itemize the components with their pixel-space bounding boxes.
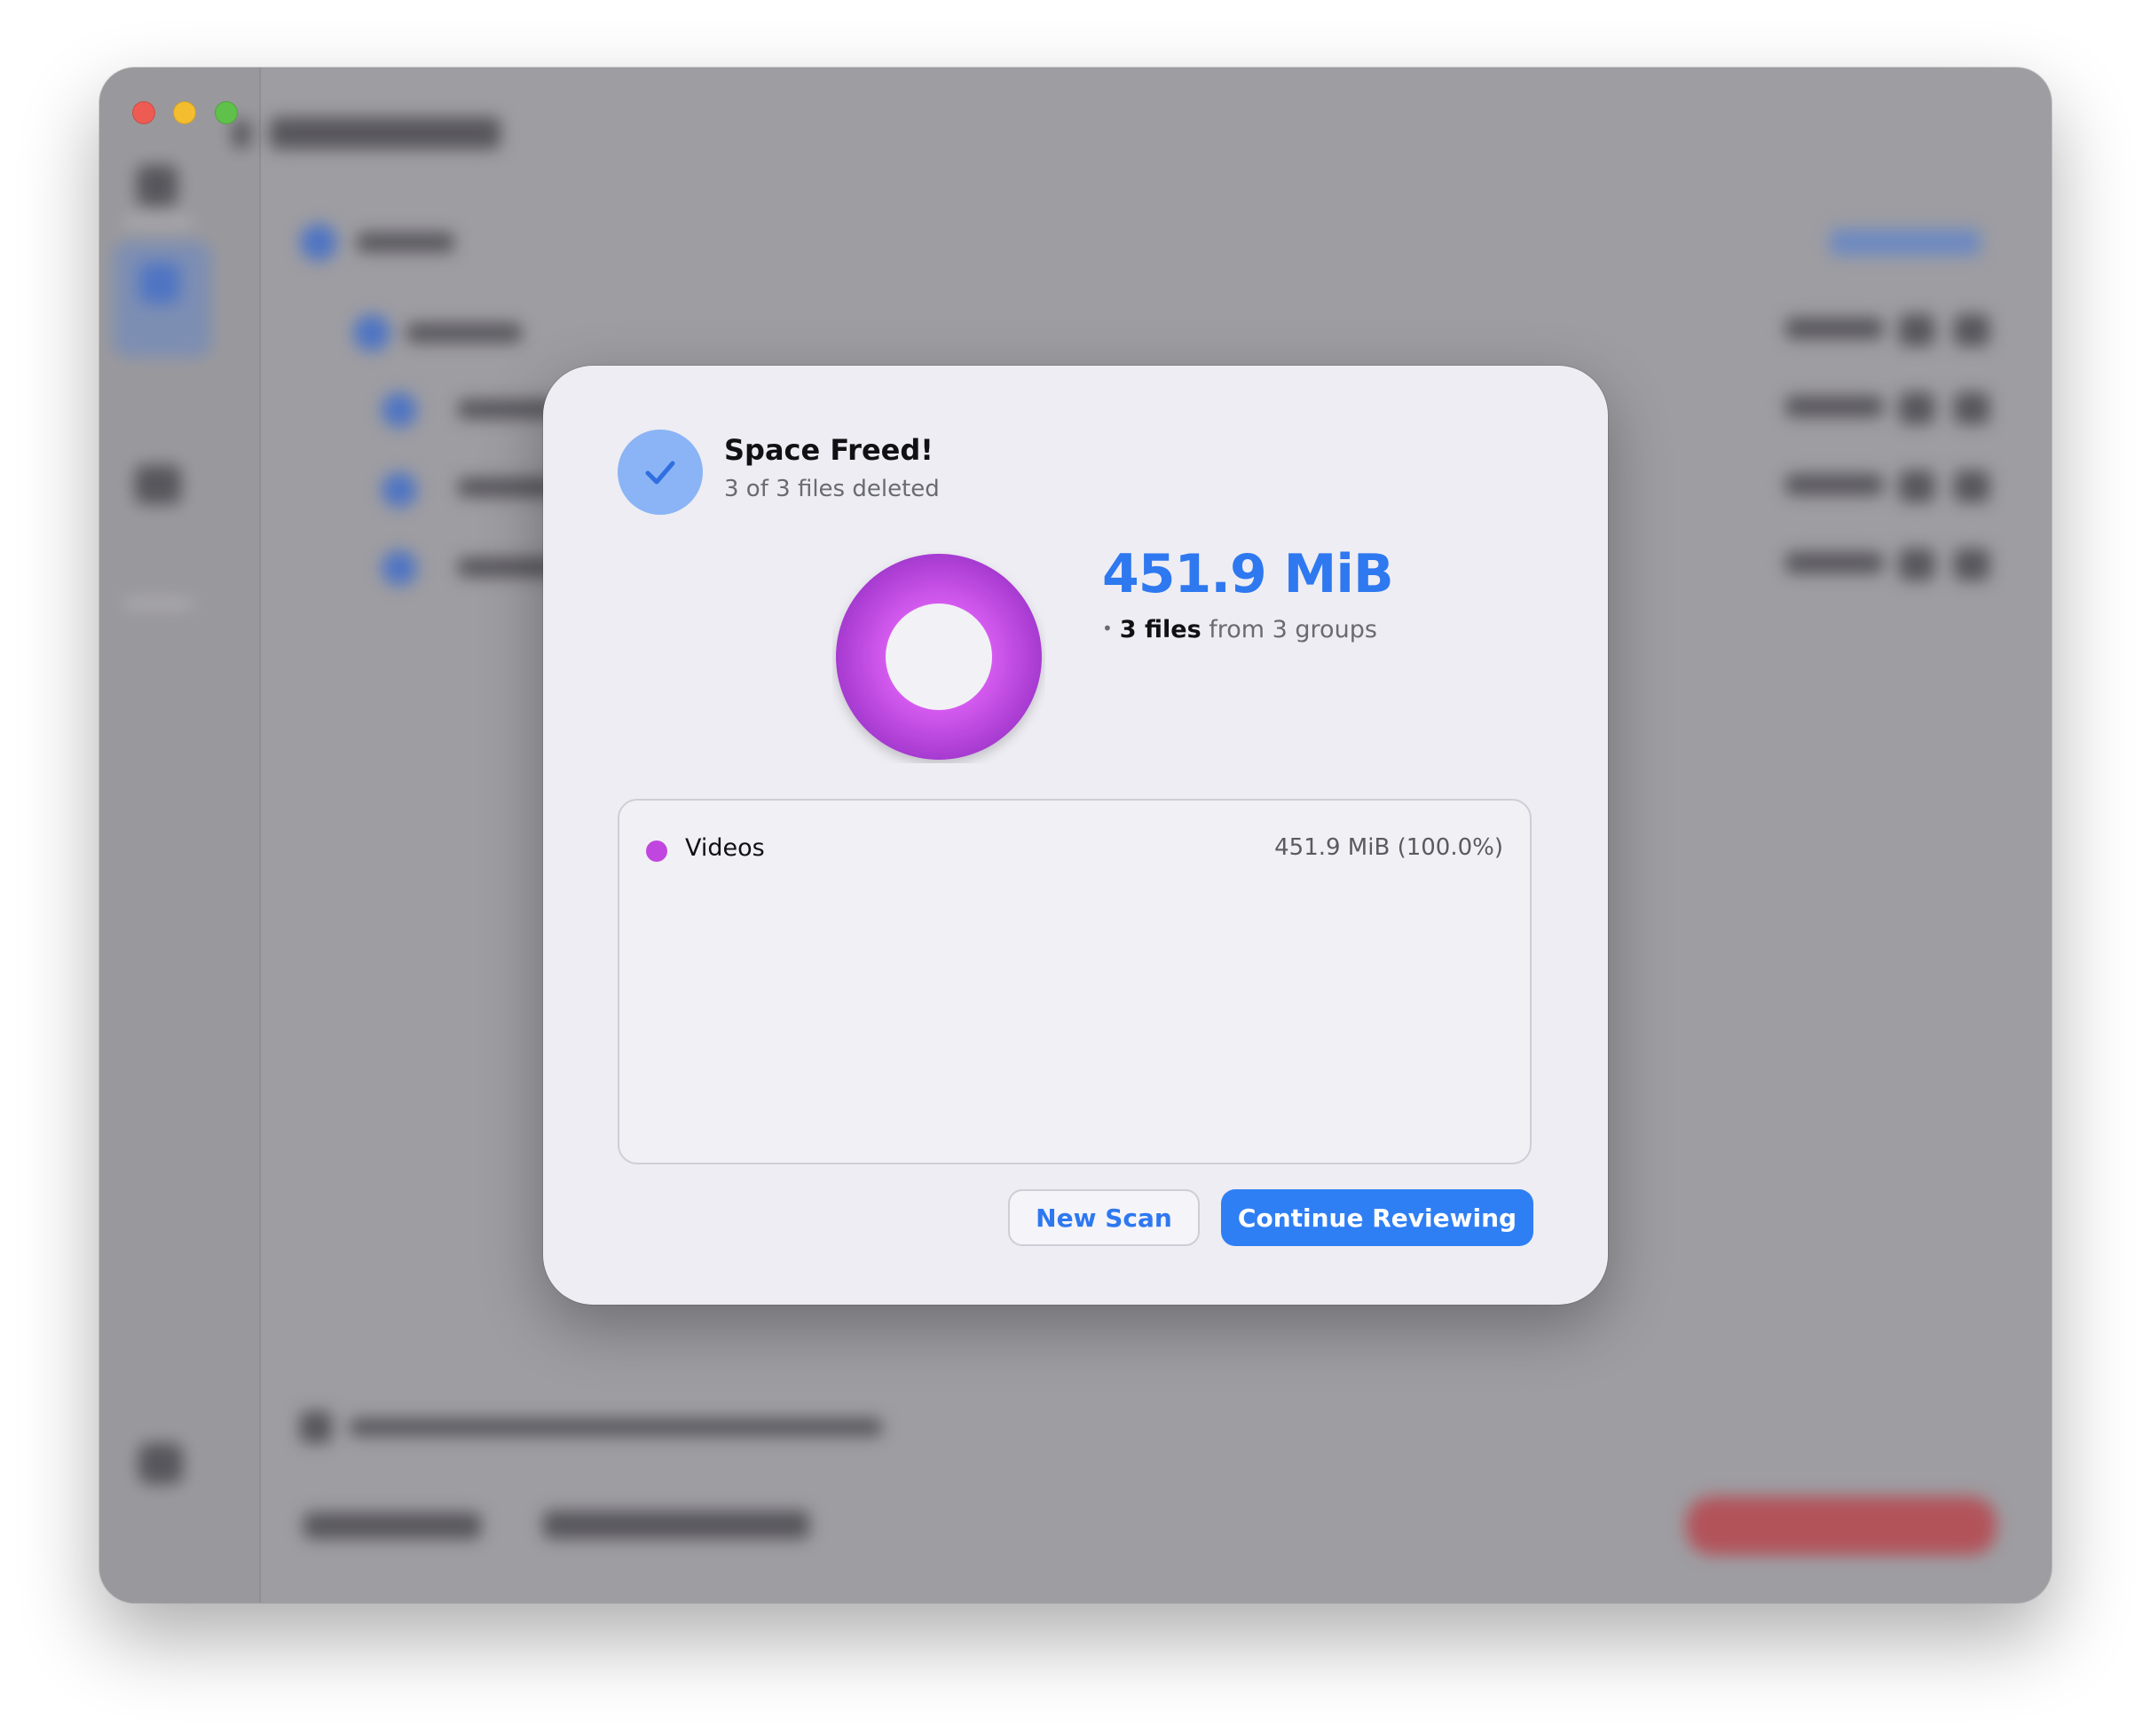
freed-size: 451.9 MiB bbox=[1102, 543, 1394, 605]
legend-row-videos: Videos 451.9 MiB (100.0%) bbox=[646, 834, 1503, 866]
dialog-subtitle: 3 of 3 files deleted bbox=[724, 476, 940, 502]
checkmark-glyph bbox=[645, 461, 675, 485]
space-donut-chart bbox=[836, 554, 1042, 760]
space-freed-dialog: Space Freed! 3 of 3 files deleted 451.9 … bbox=[543, 366, 1608, 1305]
checkmark-icon bbox=[618, 430, 703, 515]
legend-category-value: 451.9 MiB (100.0%) bbox=[1274, 834, 1503, 861]
legend-category-name: Videos bbox=[685, 834, 765, 862]
zoom-window-button[interactable] bbox=[215, 101, 238, 124]
page: Space Freed! 3 of 3 files deleted 451.9 … bbox=[0, 0, 2151, 1736]
legend-color-dot bbox=[646, 840, 667, 862]
files-bullet: • bbox=[1102, 618, 1113, 639]
donut-hole bbox=[886, 604, 992, 710]
close-window-button[interactable] bbox=[132, 101, 155, 124]
files-count: 3 files bbox=[1119, 616, 1202, 643]
continue-reviewing-button[interactable]: Continue Reviewing bbox=[1221, 1189, 1533, 1246]
new-scan-button[interactable]: New Scan bbox=[1008, 1189, 1200, 1246]
minimize-window-button[interactable] bbox=[173, 101, 196, 124]
files-groups: from 3 groups bbox=[1209, 616, 1377, 643]
dialog-title: Space Freed! bbox=[724, 433, 934, 467]
category-legend: Videos 451.9 MiB (100.0%) bbox=[618, 799, 1532, 1164]
files-summary: • 3 files from 3 groups bbox=[1102, 616, 1377, 643]
